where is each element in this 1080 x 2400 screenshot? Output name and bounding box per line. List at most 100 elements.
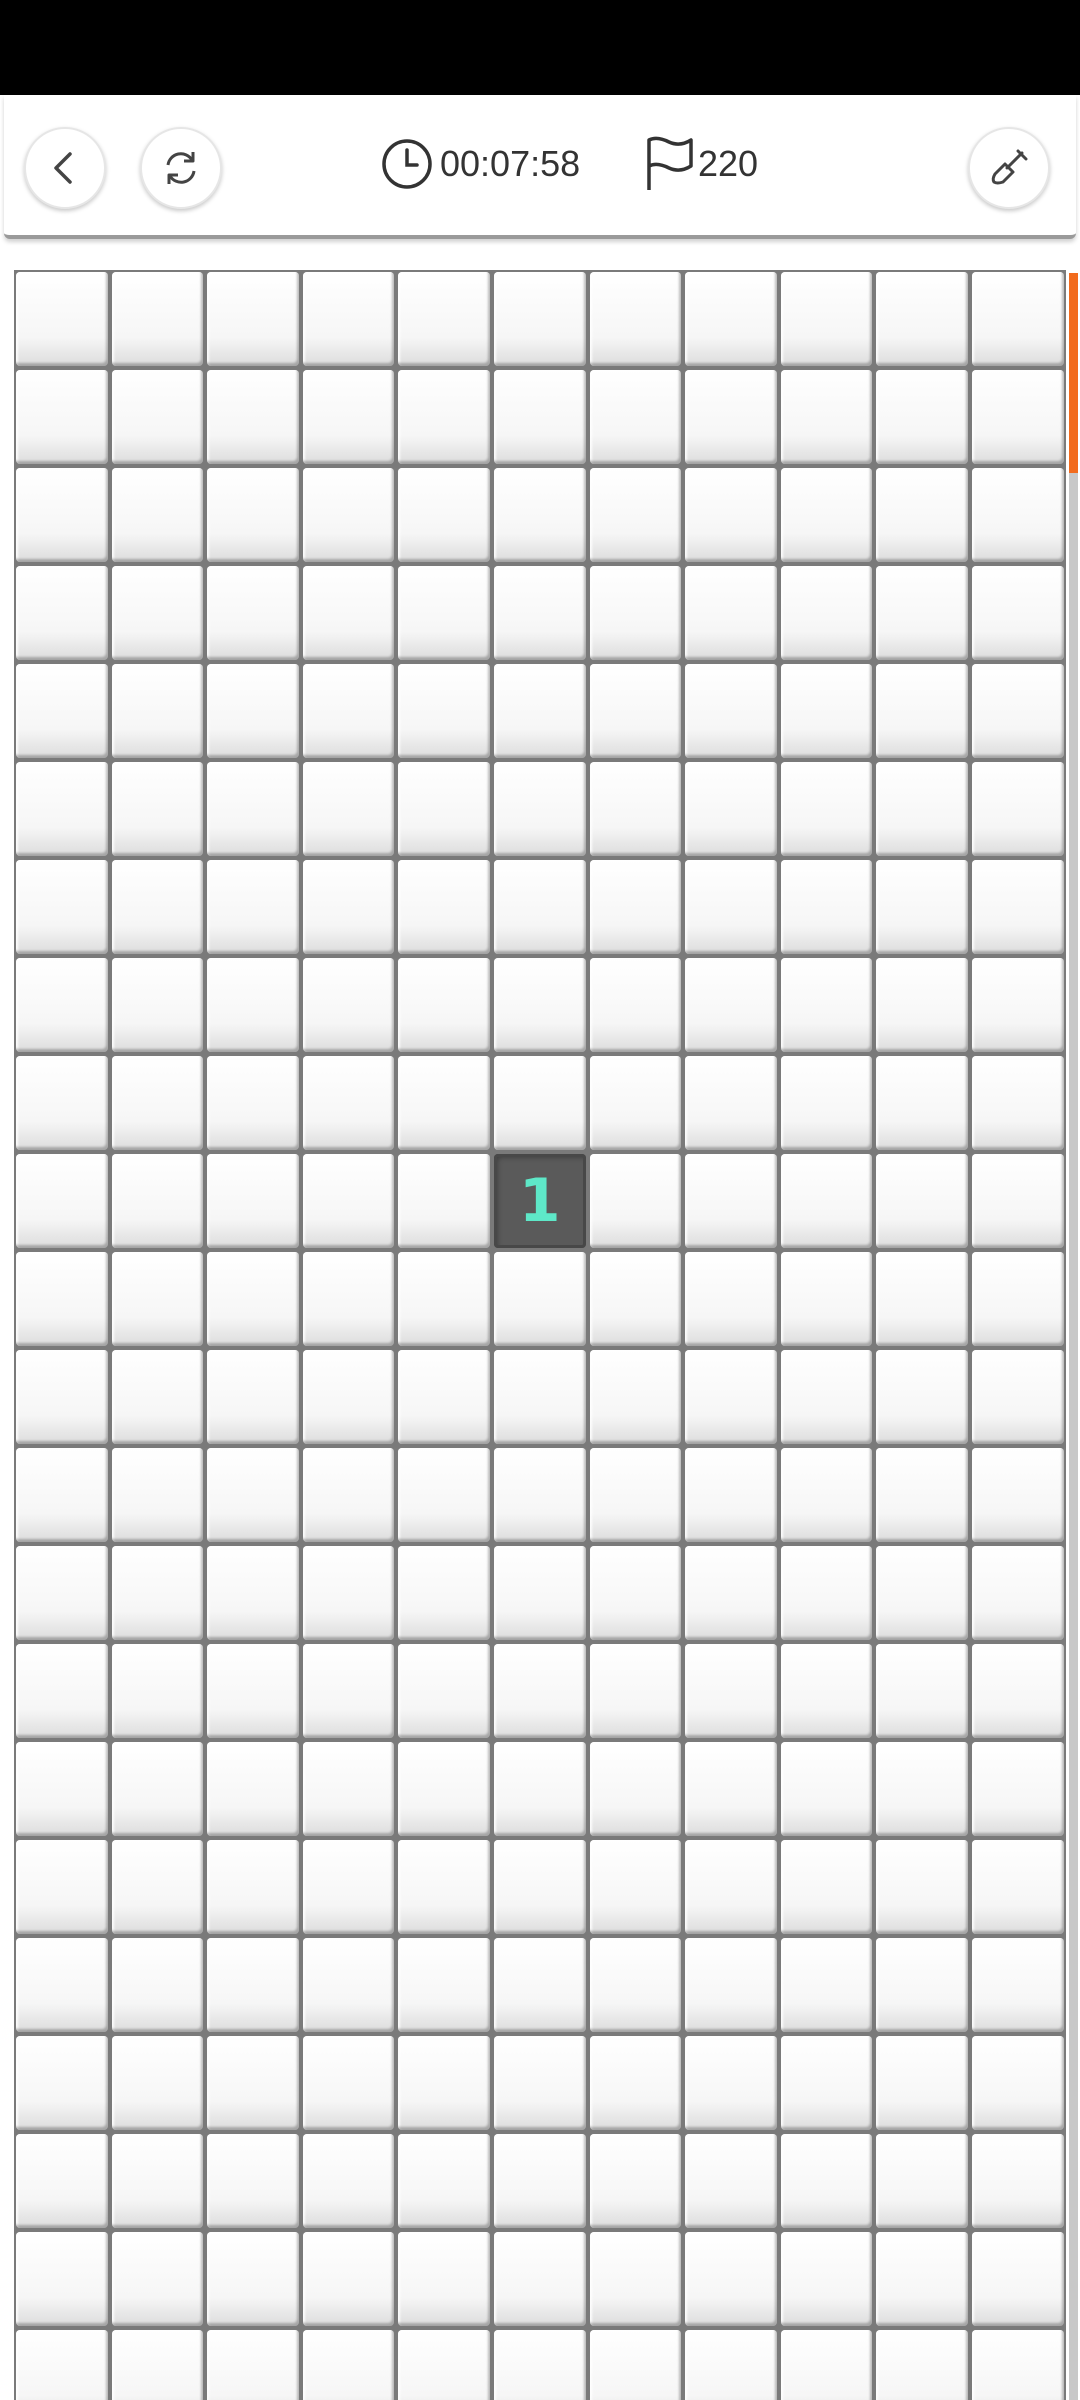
hidden-cell[interactable] [589, 2134, 682, 2228]
hidden-cell[interactable] [876, 1252, 968, 1346]
hidden-cell[interactable] [493, 2330, 586, 2400]
hidden-cell[interactable] [16, 1938, 108, 2032]
hidden-cell[interactable] [685, 1742, 777, 1836]
hidden-cell[interactable] [16, 1546, 108, 1640]
hidden-cell[interactable] [398, 1252, 490, 1346]
revealed-cell[interactable]: 1 [493, 1154, 586, 1248]
hidden-cell[interactable] [876, 1742, 968, 1836]
hidden-cell[interactable] [876, 860, 968, 954]
hidden-cell[interactable] [302, 2330, 395, 2400]
hidden-cell[interactable] [685, 1448, 777, 1542]
hidden-cell[interactable] [302, 2232, 395, 2326]
hidden-cell[interactable] [780, 1056, 873, 1150]
hidden-cell[interactable] [111, 1252, 204, 1346]
hidden-cell[interactable] [16, 2036, 108, 2130]
hidden-cell[interactable] [685, 1350, 777, 1444]
hidden-cell[interactable] [111, 2036, 204, 2130]
hidden-cell[interactable] [398, 1938, 490, 2032]
hidden-cell[interactable] [589, 468, 682, 562]
hidden-cell[interactable] [876, 1546, 968, 1640]
hidden-cell[interactable] [876, 1938, 968, 2032]
hidden-cell[interactable] [971, 1350, 1064, 1444]
hidden-cell[interactable] [493, 2036, 586, 2130]
hidden-cell[interactable] [589, 1154, 682, 1248]
shovel-mode-button[interactable] [968, 127, 1050, 209]
hidden-cell[interactable] [16, 2134, 108, 2228]
hidden-cell[interactable] [780, 2036, 873, 2130]
hidden-cell[interactable] [589, 1350, 682, 1444]
hidden-cell[interactable] [876, 1056, 968, 1150]
hidden-cell[interactable] [207, 664, 299, 758]
hidden-cell[interactable] [685, 958, 777, 1052]
hidden-cell[interactable] [398, 762, 490, 856]
hidden-cell[interactable] [685, 1546, 777, 1640]
hidden-cell[interactable] [398, 860, 490, 954]
hidden-cell[interactable] [589, 370, 682, 464]
hidden-cell[interactable] [398, 1448, 490, 1542]
hidden-cell[interactable] [302, 664, 395, 758]
hidden-cell[interactable] [780, 1546, 873, 1640]
hidden-cell[interactable] [971, 1546, 1064, 1640]
hidden-cell[interactable] [971, 1448, 1064, 1542]
hidden-cell[interactable] [589, 2036, 682, 2130]
hidden-cell[interactable] [111, 468, 204, 562]
hidden-cell[interactable] [111, 664, 204, 758]
hidden-cell[interactable] [876, 2134, 968, 2228]
hidden-cell[interactable] [16, 468, 108, 562]
hidden-cell[interactable] [493, 1742, 586, 1836]
hidden-cell[interactable] [589, 2232, 682, 2326]
hidden-cell[interactable] [16, 2232, 108, 2326]
hidden-cell[interactable] [16, 1252, 108, 1346]
hidden-cell[interactable] [493, 1840, 586, 1934]
hidden-cell[interactable] [493, 1252, 586, 1346]
hidden-cell[interactable] [302, 1546, 395, 1640]
hidden-cell[interactable] [971, 1154, 1064, 1248]
hidden-cell[interactable] [398, 958, 490, 1052]
hidden-cell[interactable] [685, 2330, 777, 2400]
hidden-cell[interactable] [493, 1448, 586, 1542]
hidden-cell[interactable] [207, 1840, 299, 1934]
hidden-cell[interactable] [398, 1840, 490, 1934]
hidden-cell[interactable] [971, 762, 1064, 856]
hidden-cell[interactable] [780, 1350, 873, 1444]
hidden-cell[interactable] [589, 664, 682, 758]
hidden-cell[interactable] [971, 370, 1064, 464]
hidden-cell[interactable] [780, 1644, 873, 1738]
scrollbar-thumb[interactable] [1069, 273, 1078, 473]
hidden-cell[interactable] [207, 958, 299, 1052]
hidden-cell[interactable] [398, 1742, 490, 1836]
hidden-cell[interactable] [876, 958, 968, 1052]
hidden-cell[interactable] [302, 1742, 395, 1836]
hidden-cell[interactable] [16, 1840, 108, 1934]
hidden-cell[interactable] [876, 1350, 968, 1444]
hidden-cell[interactable] [493, 468, 586, 562]
hidden-cell[interactable] [589, 1644, 682, 1738]
hidden-cell[interactable] [398, 2232, 490, 2326]
hidden-cell[interactable] [780, 1742, 873, 1836]
hidden-cell[interactable] [589, 1840, 682, 1934]
hidden-cell[interactable] [589, 860, 682, 954]
hidden-cell[interactable] [780, 2134, 873, 2228]
hidden-cell[interactable] [780, 1840, 873, 1934]
hidden-cell[interactable] [207, 1252, 299, 1346]
hidden-cell[interactable] [971, 2232, 1064, 2326]
hidden-cell[interactable] [780, 566, 873, 660]
hidden-cell[interactable] [16, 272, 108, 366]
hidden-cell[interactable] [876, 1644, 968, 1738]
hidden-cell[interactable] [398, 1350, 490, 1444]
hidden-cell[interactable] [971, 1742, 1064, 1836]
hidden-cell[interactable] [398, 1546, 490, 1640]
hidden-cell[interactable] [780, 958, 873, 1052]
restart-button[interactable] [140, 127, 222, 209]
hidden-cell[interactable] [111, 1840, 204, 1934]
hidden-cell[interactable] [971, 1056, 1064, 1150]
hidden-cell[interactable] [685, 1840, 777, 1934]
scrollbar[interactable] [1069, 273, 1078, 2400]
hidden-cell[interactable] [111, 566, 204, 660]
hidden-cell[interactable] [302, 1644, 395, 1738]
hidden-cell[interactable] [493, 762, 586, 856]
hidden-cell[interactable] [685, 2036, 777, 2130]
hidden-cell[interactable] [780, 272, 873, 366]
hidden-cell[interactable] [971, 2036, 1064, 2130]
hidden-cell[interactable] [971, 468, 1064, 562]
